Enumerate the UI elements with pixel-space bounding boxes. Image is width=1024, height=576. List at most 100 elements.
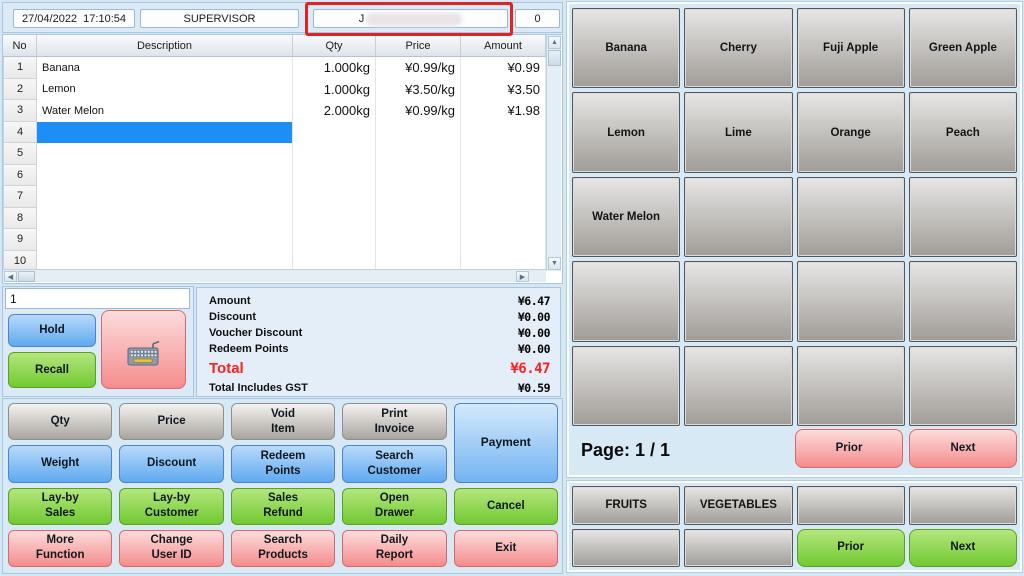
daily-report-button[interactable]: Daily Report	[342, 529, 447, 567]
horizontal-scroll-thumb[interactable]	[18, 271, 35, 282]
description-cell: Lemon	[37, 78, 293, 100]
exit-button[interactable]: Exit	[453, 529, 558, 567]
open-drawer-button[interactable]: Open Drawer	[342, 487, 447, 525]
qty-button[interactable]: Qty	[8, 403, 113, 441]
category-button-empty[interactable]	[908, 486, 1017, 525]
product-button-fuji-apple[interactable]: Fuji Apple	[796, 8, 905, 89]
page-indicator: Page: 1 / 1	[581, 440, 671, 460]
scroll-up-icon[interactable]: ▲	[548, 36, 561, 49]
table-row[interactable]: 1 Banana 1.000kg ¥0.99/kg ¥0.99	[3, 57, 546, 79]
hold-button[interactable]: Hold	[8, 314, 96, 347]
price-cell	[376, 121, 461, 143]
product-button-banana[interactable]: Banana	[572, 8, 681, 89]
summary-label: Amount	[209, 295, 251, 307]
horizontal-scrollbar[interactable]: ◀ ▶	[3, 269, 546, 282]
product-button-lime[interactable]: Lime	[684, 92, 793, 173]
vertical-scrollbar[interactable]: ▲ ▼	[546, 35, 561, 271]
row-number-cell: 9	[3, 229, 37, 251]
description-cell	[37, 164, 293, 186]
category-button-empty[interactable]	[572, 528, 681, 567]
table-row[interactable]: 5	[3, 143, 546, 165]
product-button-empty[interactable]	[572, 345, 681, 426]
category-button-vegetables[interactable]: VEGETABLES	[684, 486, 793, 525]
product-button-cherry[interactable]: Cherry	[684, 8, 793, 89]
more-function-button[interactable]: More Function	[8, 529, 113, 567]
amount-cell	[461, 229, 546, 251]
product-button-green-apple[interactable]: Green Apple	[908, 8, 1017, 89]
product-button-empty[interactable]	[684, 176, 793, 258]
product-prior-button[interactable]: Prior	[795, 429, 903, 468]
table-row[interactable]: 2 Lemon 1.000kg ¥3.50/kg ¥3.50	[3, 78, 546, 100]
header-amount: Amount	[461, 35, 546, 56]
scroll-down-icon[interactable]: ▼	[548, 257, 561, 270]
table-row[interactable]: 3 Water Melon 2.000kg ¥0.99/kg ¥1.98	[3, 100, 546, 122]
qty-cell: 1.000kg	[293, 57, 376, 79]
product-button-empty[interactable]	[908, 345, 1017, 426]
category-button-fruits[interactable]: FRUITS	[572, 486, 681, 525]
quantity-entry-input[interactable]	[5, 288, 190, 309]
summary-value: ¥6.47	[517, 294, 551, 308]
row-number-cell: 3	[3, 100, 37, 122]
table-row-selected[interactable]: 4	[3, 121, 546, 143]
product-button-orange[interactable]: Orange	[796, 92, 905, 173]
void-item-button[interactable]: Void Item	[230, 403, 336, 441]
product-next-button[interactable]: Next	[909, 429, 1017, 468]
row-number-cell: 6	[3, 164, 37, 186]
print-invoice-button[interactable]: Print Invoice	[342, 403, 447, 441]
product-button-empty[interactable]	[684, 345, 793, 426]
product-button-empty[interactable]	[796, 176, 905, 258]
product-button-water-melon[interactable]: Water Melon	[572, 176, 681, 258]
price-button[interactable]: Price	[119, 403, 224, 441]
cancel-button[interactable]: Cancel	[453, 487, 558, 525]
category-prior-button[interactable]: Prior	[796, 528, 905, 567]
row-number-cell: 5	[3, 143, 37, 165]
customer-name: J	[358, 13, 365, 25]
table-body: 1 Banana 1.000kg ¥0.99/kg ¥0.99 2 Lemon …	[3, 57, 546, 272]
redeem-points-button[interactable]: Redeem Points	[230, 445, 336, 483]
product-button-empty[interactable]	[796, 261, 905, 342]
summary-label: Voucher Discount	[209, 327, 303, 339]
layby-customer-button[interactable]: Lay-by Customer	[119, 487, 224, 525]
qty-cell	[293, 164, 376, 186]
description-cell: Water Melon	[37, 100, 293, 122]
row-number-cell: 2	[3, 78, 37, 100]
search-products-button[interactable]: Search Products	[230, 529, 336, 567]
table-row[interactable]: 6	[3, 164, 546, 186]
table-row[interactable]: 8	[3, 207, 546, 229]
discount-button[interactable]: Discount	[119, 445, 224, 483]
header-qty: Qty	[293, 35, 376, 56]
payment-button[interactable]: Payment	[453, 403, 558, 483]
layby-sales-button[interactable]: Lay-by Sales	[8, 487, 113, 525]
search-customer-button[interactable]: Search Customer	[342, 445, 447, 483]
product-button-lemon[interactable]: Lemon	[572, 92, 681, 173]
table-row[interactable]: 9	[3, 229, 546, 251]
category-button-empty[interactable]	[684, 528, 793, 567]
recall-button[interactable]: Recall	[8, 352, 96, 388]
product-button-empty[interactable]	[684, 261, 793, 342]
change-user-id-button[interactable]: Change User ID	[119, 529, 224, 567]
table-row[interactable]: 7	[3, 186, 546, 208]
amount-cell	[461, 164, 546, 186]
product-button-empty[interactable]	[796, 345, 905, 426]
product-button-empty[interactable]	[908, 261, 1017, 342]
product-button-peach[interactable]: Peach	[908, 92, 1017, 173]
category-button-empty[interactable]	[796, 486, 905, 525]
top-status-bar: 27/04/2022 17:10:54 SUPERVISOR J 0	[2, 2, 563, 33]
qty-cell	[293, 121, 376, 143]
product-grid: Banana Cherry Fuji Apple Green Apple Lem…	[572, 8, 1017, 426]
operator-display: SUPERVISOR	[140, 9, 299, 28]
totals-summary: Amount ¥6.47 Discount ¥0.00 Voucher Discou…	[196, 287, 561, 397]
header-price: Price	[376, 35, 461, 56]
sales-refund-button[interactable]: Sales Refund	[230, 487, 336, 525]
summary-label: Redeem Points	[209, 343, 289, 355]
scroll-left-icon[interactable]: ◀	[4, 271, 17, 282]
on-screen-keyboard-button[interactable]	[101, 310, 186, 389]
category-next-button[interactable]: Next	[908, 528, 1017, 567]
scroll-right-icon[interactable]: ▶	[516, 271, 529, 282]
row-number-cell: 8	[3, 207, 37, 229]
weight-button[interactable]: Weight	[8, 445, 113, 483]
vertical-scroll-thumb[interactable]	[548, 50, 561, 66]
product-button-empty[interactable]	[908, 176, 1017, 258]
product-button-empty[interactable]	[572, 261, 681, 342]
total-label: Total	[209, 360, 244, 377]
